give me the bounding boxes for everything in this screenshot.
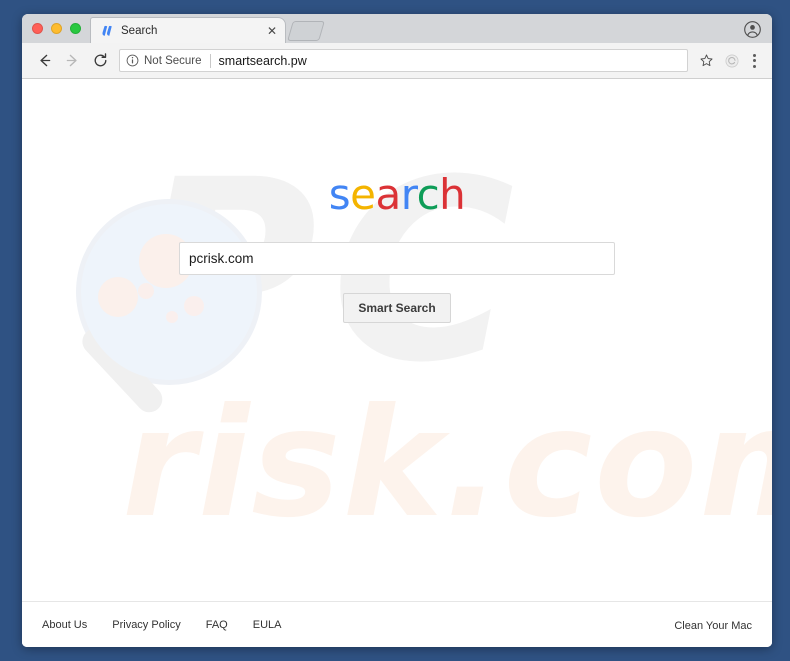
footer-links: About Us Privacy Policy FAQ EULA: [42, 619, 281, 631]
back-button[interactable]: [31, 48, 57, 74]
arrow-right-icon: [66, 54, 77, 67]
arrow-left-icon: [39, 54, 50, 67]
window-minimize-button[interactable]: [51, 23, 62, 34]
logo-letter-s: s: [328, 170, 351, 219]
menu-dot: [752, 64, 756, 68]
logo-letter-e: e: [350, 170, 376, 219]
search-input[interactable]: [179, 242, 615, 275]
reload-button[interactable]: [87, 48, 113, 74]
page-footer: About Us Privacy Policy FAQ EULA Clean Y…: [22, 601, 772, 647]
bookmark-button[interactable]: [695, 50, 717, 72]
not-secure-label: Not Secure: [144, 54, 202, 67]
footer-link-about-us[interactable]: About Us: [42, 619, 87, 631]
logo-letter-r: r: [400, 170, 417, 219]
browser-window: Search ✕ Not Secure smartsearch.pw PC ri…: [22, 14, 772, 647]
browser-tab-title: Search: [121, 24, 158, 37]
browser-toolbar: Not Secure smartsearch.pw: [22, 43, 772, 79]
reload-icon: [94, 53, 106, 67]
browser-tab[interactable]: Search ✕: [90, 17, 286, 43]
address-bar[interactable]: Not Secure smartsearch.pw: [119, 49, 688, 72]
search-logo: search: [329, 174, 466, 216]
footer-link-faq[interactable]: FAQ: [206, 619, 228, 631]
url-text[interactable]: smartsearch.pw: [219, 54, 681, 68]
smart-search-button[interactable]: Smart Search: [343, 293, 451, 323]
logo-letter-c: c: [416, 170, 440, 219]
info-circle-icon: [126, 54, 139, 67]
account-circle-icon[interactable]: [743, 20, 762, 39]
extension-circle-icon: [725, 54, 739, 67]
window-maximize-button[interactable]: [70, 23, 81, 34]
footer-link-privacy-policy[interactable]: Privacy Policy: [112, 619, 180, 631]
page-viewport: PC risk.com search Smart Search Abou: [22, 79, 772, 647]
tab-strip: Search ✕: [22, 14, 772, 43]
search-input-wrapper: [179, 242, 615, 275]
footer-link-eula[interactable]: EULA: [253, 619, 282, 631]
star-outline-icon: [700, 54, 712, 67]
window-traffic-lights: [32, 23, 81, 34]
footer-right-section: Clean Your Mac: [674, 616, 752, 634]
watermark-risk-text: risk.com: [122, 377, 772, 551]
omnibox-divider: [209, 53, 211, 68]
tab-close-icon[interactable]: ✕: [265, 25, 279, 37]
window-close-button[interactable]: [32, 23, 43, 34]
logo-letter-h: h: [439, 170, 466, 219]
footer-link-clean-your-mac[interactable]: Clean Your Mac: [674, 620, 752, 632]
new-tab-button[interactable]: [287, 21, 325, 41]
menu-dot: [752, 53, 756, 57]
search-page-content: search Smart Search: [22, 79, 772, 323]
menu-dot: [752, 59, 756, 62]
forward-button[interactable]: [59, 48, 85, 74]
logo-letter-a: a: [375, 170, 401, 219]
browser-menu-button[interactable]: [745, 49, 763, 73]
extension-button[interactable]: [721, 50, 743, 72]
smartsearch-favicon: [102, 25, 112, 36]
